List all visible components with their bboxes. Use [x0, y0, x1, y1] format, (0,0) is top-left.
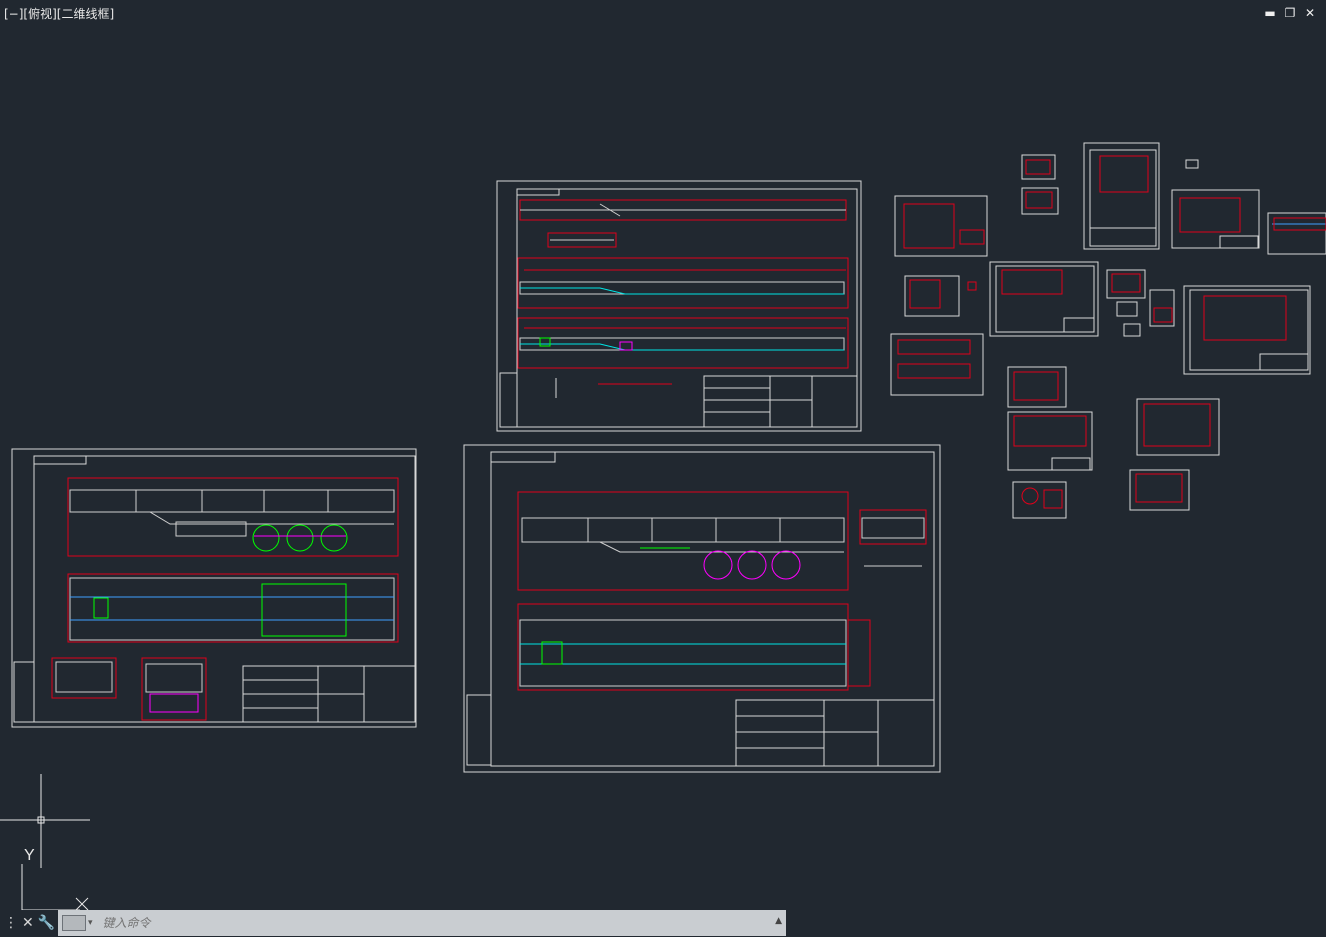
ucs-y-label: Y — [24, 847, 35, 864]
command-line-tools: ⋮ ✕ 🔧 — [0, 910, 58, 936]
command-line: ⋮ ✕ 🔧 ▾ ▲ — [0, 910, 786, 936]
drawing-sheet-left — [11, 448, 417, 728]
detail-sheets-cluster — [890, 142, 1326, 519]
grip-icon[interactable]: ⋮ — [4, 915, 18, 931]
close-icon[interactable]: ✕ — [22, 915, 34, 931]
drawing-sheet-top — [496, 180, 862, 432]
command-input[interactable] — [100, 915, 745, 931]
ucs-icon: Y — [0, 774, 90, 911]
model-space-canvas[interactable] — [0, 0, 1326, 910]
drawing-sheet-center — [463, 444, 941, 773]
command-input-area: ▾ ▲ — [58, 910, 786, 936]
command-history-button[interactable]: ▲ — [775, 916, 782, 926]
chevron-down-icon[interactable]: ▾ — [88, 918, 93, 928]
command-prompt-icon[interactable] — [62, 915, 86, 931]
wrench-icon[interactable]: 🔧 — [38, 915, 55, 931]
